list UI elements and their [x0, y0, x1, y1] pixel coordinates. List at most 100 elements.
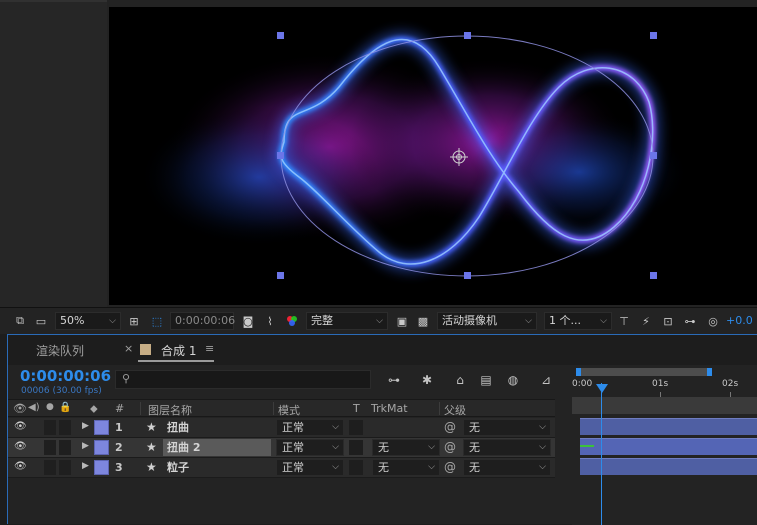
color-channels-icon[interactable] — [284, 313, 300, 329]
track-matte-select[interactable]: 无 ⌵ — [372, 459, 440, 476]
eye-icon[interactable]: 👁 — [14, 441, 27, 453]
resolution-select[interactable]: 完整 ⌵ — [306, 312, 388, 330]
blend-mode-select[interactable]: 正常 ⌵ — [276, 439, 344, 456]
playhead-line[interactable] — [601, 383, 602, 525]
ruler-label-1s: 01s — [652, 379, 669, 389]
solo-switch[interactable] — [44, 440, 56, 455]
solo-switch[interactable] — [44, 460, 56, 475]
shy-layers-icon[interactable]: ⌂ — [452, 372, 468, 388]
draft-3d-icon[interactable]: ✱ — [419, 372, 435, 388]
current-time-display[interactable]: 0:00:00:06 — [20, 367, 111, 385]
layer-duration-bar[interactable] — [580, 418, 757, 435]
lock-icon[interactable]: 🔒 — [59, 402, 71, 413]
parent-select[interactable]: 无 ⌵ — [463, 419, 551, 436]
layer-label-swatch[interactable] — [94, 420, 109, 435]
viewer-toolbar: ⧉ ▭ 50% ⌵ ⊞ ⬚ 0:00:00:06 ◙ ⌇ 完整 ⌵ ▣ ▩ 活动… — [0, 307, 757, 334]
reset-exposure-icon[interactable]: ◎ — [705, 313, 721, 329]
twirl-arrow-icon[interactable]: ▶ — [82, 461, 89, 471]
exposure-value[interactable]: +0.0 — [726, 314, 753, 327]
label-column-icon[interactable]: ⬥ — [90, 402, 98, 416]
work-area-bar[interactable] — [576, 368, 712, 376]
layer-name[interactable]: 粒子 — [163, 459, 193, 476]
column-trkmat[interactable]: TrkMat — [371, 402, 408, 415]
preserve-transparency-switch[interactable] — [349, 440, 363, 455]
camera-icon[interactable]: ◙ — [240, 313, 256, 329]
magnification-select[interactable]: 50% ⌵ — [55, 312, 121, 330]
preserve-transparency-switch[interactable] — [349, 420, 363, 435]
close-icon[interactable]: × — [124, 342, 133, 355]
eye-icon[interactable]: 👁 — [14, 421, 27, 433]
layer-number: 2 — [115, 441, 123, 454]
eye-column-icon[interactable]: 👁 — [13, 402, 27, 415]
playhead-icon[interactable] — [596, 384, 608, 393]
chevron-down-icon: ⌵ — [539, 442, 546, 452]
tab-composition[interactable]: 合成 1 — [161, 342, 196, 359]
audio-column-icon[interactable]: ◀) — [28, 402, 40, 413]
column-mode[interactable]: 模式 — [278, 402, 300, 418]
chevron-down-icon: ⌵ — [332, 442, 339, 452]
time-graph[interactable]: 0:00 01s 02s — [572, 365, 757, 525]
show-snapshot-icon[interactable]: ⌇ — [262, 313, 278, 329]
graph-editor-icon[interactable]: ⊿ — [538, 372, 554, 388]
layer-row[interactable]: 👁 ▶ 2 ★ 扭曲 2 正常 ⌵ 无 ⌵ @ 无 ⌵ — [8, 438, 555, 458]
layer-duration-bar[interactable] — [580, 438, 757, 455]
parent-value: 无 — [469, 461, 480, 474]
lock-switch[interactable] — [59, 420, 71, 435]
comp-mini-flowchart-icon[interactable]: ⊶ — [386, 372, 402, 388]
parent-select[interactable]: 无 ⌵ — [463, 459, 551, 476]
fast-preview-icon[interactable]: ⚡ — [638, 313, 654, 329]
motion-blur-icon[interactable]: ◍ — [505, 372, 521, 388]
frame-blending-icon[interactable]: ▤ — [478, 372, 494, 388]
camera-select[interactable]: 活动摄像机 ⌵ — [437, 312, 537, 330]
layer-row[interactable]: 👁 ▶ 3 ★ 粒子 正常 ⌵ 无 ⌵ @ 无 ⌵ — [8, 458, 555, 478]
parent-select[interactable]: 无 ⌵ — [463, 439, 551, 456]
pickwhip-icon[interactable]: @ — [444, 440, 456, 454]
blend-mode-value: 正常 — [282, 441, 304, 454]
eye-icon[interactable]: 👁 — [14, 461, 27, 473]
panel-menu-icon[interactable]: ≡ — [205, 342, 214, 355]
solo-switch[interactable] — [44, 420, 56, 435]
work-area-track[interactable] — [572, 397, 757, 414]
grid-guides-icon[interactable]: ⊞ — [126, 313, 142, 329]
work-area-end-handle[interactable] — [707, 368, 712, 376]
toggle-pixel-aspect-icon[interactable]: ⊤ — [616, 313, 632, 329]
pickwhip-icon[interactable]: @ — [444, 460, 456, 474]
lock-switch[interactable] — [59, 460, 71, 475]
tab-render-queue[interactable]: 渲染队列 — [36, 342, 84, 359]
active-tab-indicator — [138, 360, 214, 362]
layer-column-header: 👁 ◀) ● 🔒 ⬥ # 图层名称 模式 T TrkMat 父级 — [8, 399, 555, 417]
layer-name[interactable]: 扭曲 — [163, 419, 193, 436]
timecode-value: 0:00:00:06 — [175, 314, 236, 327]
lock-switch[interactable] — [59, 440, 71, 455]
twirl-arrow-icon[interactable]: ▶ — [82, 441, 89, 451]
layer-search-field[interactable]: ⚲ — [115, 370, 371, 389]
preserve-transparency-switch[interactable] — [349, 460, 363, 475]
always-preview-icon[interactable]: ⧉ — [12, 313, 28, 329]
region-of-interest-icon[interactable]: ⬚ — [149, 313, 165, 329]
chevron-down-icon: ⌵ — [332, 462, 339, 472]
layer-label-swatch[interactable] — [94, 460, 109, 475]
work-area-start-handle[interactable] — [576, 368, 581, 376]
pickwhip-icon[interactable]: @ — [444, 420, 456, 434]
layer-name[interactable]: 扭曲 2 — [163, 439, 271, 456]
timeline-icon[interactable]: ⊡ — [660, 313, 676, 329]
column-parent[interactable]: 父级 — [444, 402, 466, 418]
timecode-field[interactable]: 0:00:00:06 — [170, 312, 236, 330]
solo-icon[interactable]: ● — [46, 402, 54, 412]
views-select[interactable]: 1 个... ⌵ — [544, 312, 612, 330]
column-layer-name[interactable]: 图层名称 — [148, 402, 192, 418]
layer-row[interactable]: 👁 ▶ 1 ★ 扭曲 正常 ⌵ @ 无 ⌵ — [8, 418, 555, 438]
flowchart-icon[interactable]: ⊶ — [682, 313, 698, 329]
track-matte-select[interactable]: 无 ⌵ — [372, 439, 440, 456]
monitor-icon[interactable]: ▭ — [33, 313, 49, 329]
blend-mode-select[interactable]: 正常 ⌵ — [276, 459, 344, 476]
blend-mode-select[interactable]: 正常 ⌵ — [276, 419, 344, 436]
fast-previews-icon[interactable]: ▣ — [394, 313, 410, 329]
layer-duration-bar[interactable] — [580, 458, 757, 475]
layer-label-swatch[interactable] — [94, 440, 109, 455]
transparency-grid-icon[interactable]: ▩ — [415, 313, 431, 329]
composition-canvas[interactable] — [109, 7, 757, 305]
twirl-arrow-icon[interactable]: ▶ — [82, 421, 89, 431]
search-input[interactable] — [136, 372, 356, 387]
parent-value: 无 — [469, 421, 480, 434]
